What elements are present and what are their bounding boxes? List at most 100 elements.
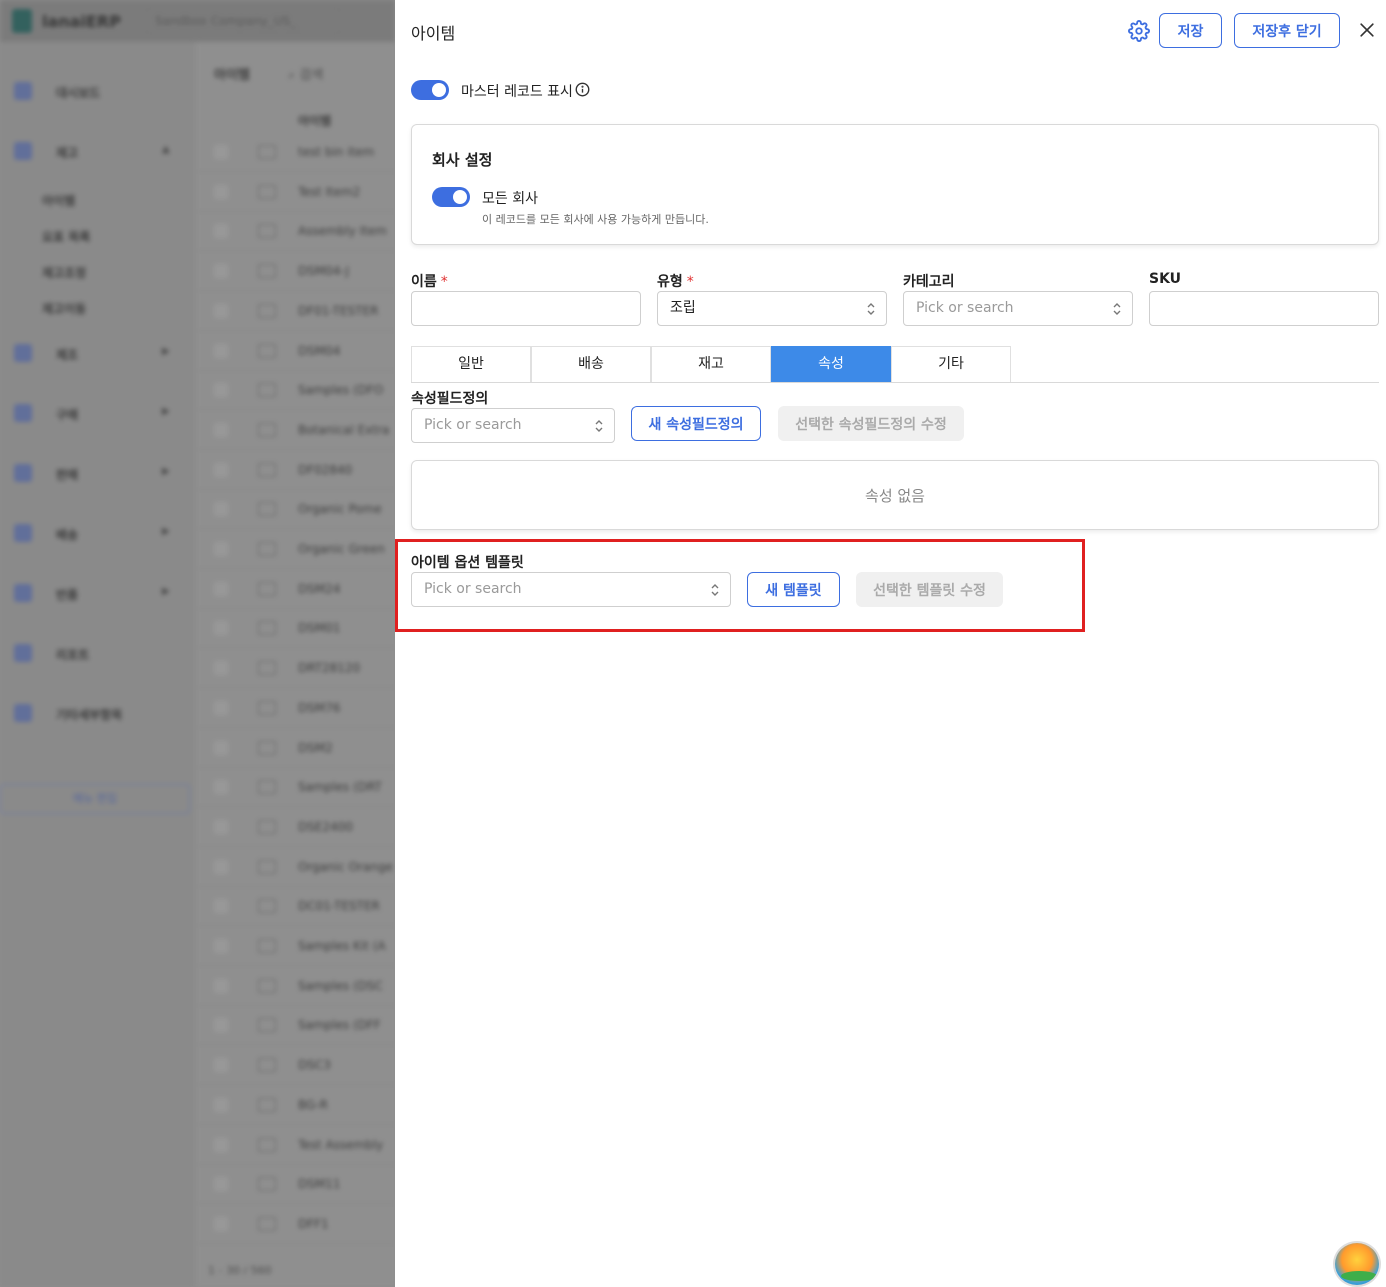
- item-thumbnail-icon: [258, 661, 276, 676]
- item-thumbnail-icon: [258, 621, 276, 636]
- table-row: DSM24: [196, 570, 395, 609]
- type-select[interactable]: 조립: [657, 291, 887, 326]
- item-thumbnail-icon: [258, 343, 276, 358]
- info-icon[interactable]: [575, 82, 590, 97]
- shipping-icon: [14, 524, 32, 542]
- background-item-list: 아이템 ⌕ 검색 아이템 test bin item Test Item2 Asse…: [196, 42, 395, 1287]
- table-row: DSM04-J: [196, 252, 395, 292]
- sidebar-item-purchase: 구매 ▶: [0, 394, 195, 434]
- row-checkbox: [214, 145, 228, 159]
- company-settings-title: 회사 설정: [432, 151, 493, 169]
- background-app: lanaiERP Sandbox Company_US_ 대시보드 재고 ▲ 아이…: [0, 0, 395, 1287]
- row-checkbox: [214, 899, 228, 914]
- table-row: Test Assembly: [196, 1126, 395, 1165]
- sidebar-edit-button: 메뉴 편집: [0, 784, 190, 814]
- attributes-empty-state: 속성 없음: [411, 460, 1379, 530]
- row-item-name: Organic Pome: [298, 502, 382, 517]
- row-item-name: DSM04: [298, 343, 341, 358]
- item-thumbnail-icon: [258, 899, 276, 914]
- brand-name: lanaiERP: [42, 12, 121, 31]
- row-checkbox: [214, 224, 228, 239]
- row-checkbox: [214, 184, 228, 199]
- item-thumbnail-icon: [258, 1018, 276, 1033]
- all-companies-toggle[interactable]: [432, 187, 470, 207]
- row-checkbox: [214, 1058, 228, 1073]
- category-select-placeholder: Pick or search: [916, 300, 1014, 316]
- item-thumbnail-icon: [258, 145, 276, 159]
- row-checkbox: [214, 1137, 228, 1152]
- chevron-right-icon: ▶: [162, 406, 170, 417]
- item-thumbnail-icon: [258, 740, 276, 755]
- type-select-value: 조립: [670, 300, 696, 316]
- edit-template-button[interactable]: 선택한 템플릿 수정: [856, 572, 1003, 607]
- row-item-name: DC01-TESTER: [298, 899, 380, 914]
- list-search: ⌕ 검색: [288, 68, 324, 83]
- attribute-definition-label: 속성필드정의: [411, 391, 489, 407]
- tab-inventory[interactable]: 재고: [651, 346, 771, 382]
- item-tabs: 일반 배송 재고 속성 기타: [411, 346, 1379, 383]
- row-item-name: DF02840: [298, 462, 353, 477]
- tab-attributes[interactable]: 속성: [771, 346, 891, 382]
- row-item-name: Organic Orange: [298, 859, 393, 874]
- edit-attribute-definition-button[interactable]: 선택한 속성필드정의 수정: [778, 406, 964, 441]
- manufacturing-icon: [14, 344, 32, 362]
- tab-general[interactable]: 일반: [411, 346, 531, 382]
- row-checkbox: [214, 661, 228, 676]
- row-item-name: DFF1: [298, 1216, 329, 1231]
- item-thumbnail-icon: [258, 224, 276, 239]
- new-template-button[interactable]: 새 템플릿: [747, 572, 840, 607]
- sidebar-sub-item: 재고조정: [42, 266, 87, 280]
- tab-shipping[interactable]: 배송: [531, 346, 651, 382]
- name-input[interactable]: [411, 291, 641, 326]
- row-checkbox: [214, 1018, 228, 1033]
- chevron-updown-icon: [595, 420, 603, 432]
- close-icon[interactable]: [1357, 20, 1377, 40]
- master-record-toggle[interactable]: [411, 80, 449, 100]
- item-thumbnail-icon: [258, 422, 276, 437]
- sidebar-sub-item: 아이템: [42, 194, 76, 208]
- list-column-header: 아이템: [298, 114, 332, 128]
- chevron-right-icon: ▶: [162, 586, 170, 597]
- row-checkbox: [214, 978, 228, 993]
- dashboard-icon: [14, 82, 32, 100]
- new-attribute-definition-button[interactable]: 새 속성필드정의: [631, 406, 761, 441]
- table-row: Organic Orange: [196, 848, 395, 887]
- item-thumbnail-icon: [258, 264, 276, 279]
- master-record-label: 마스터 레코드 표시: [461, 84, 573, 100]
- item-thumbnail-icon: [258, 780, 276, 795]
- user-avatar[interactable]: [1333, 1241, 1381, 1287]
- company-selector: Sandbox Company_US_: [146, 8, 340, 34]
- category-select[interactable]: Pick or search: [903, 291, 1133, 326]
- table-row: DSM11: [196, 1165, 395, 1205]
- sidebar-item-shipping: 배송 ▶: [0, 514, 195, 554]
- option-template-select[interactable]: Pick or search: [411, 572, 731, 607]
- tab-other[interactable]: 기타: [891, 346, 1011, 382]
- category-label: 카테고리: [903, 274, 955, 290]
- chevron-updown-icon: [867, 303, 875, 315]
- gear-icon[interactable]: [1128, 20, 1150, 42]
- row-item-name: Test Assembly: [298, 1137, 384, 1152]
- sidebar-sub-item: 요표 목록: [42, 230, 91, 244]
- row-item-name: DSM2: [298, 740, 333, 755]
- list-title: 아이템: [214, 68, 250, 83]
- row-item-name: DSM76: [298, 700, 341, 715]
- save-and-close-button[interactable]: 저장후 닫기: [1234, 13, 1340, 48]
- item-thumbnail-icon: [258, 383, 276, 398]
- sku-input[interactable]: [1149, 291, 1379, 326]
- row-item-name: test bin item: [298, 145, 375, 159]
- save-button[interactable]: 저장: [1159, 13, 1222, 48]
- attribute-definition-select[interactable]: Pick or search: [411, 408, 615, 443]
- item-thumbnail-icon: [258, 462, 276, 477]
- chevron-updown-icon: [711, 584, 719, 596]
- brand-logo-icon: [12, 9, 32, 33]
- item-thumbnail-icon: [258, 939, 276, 953]
- item-thumbnail-icon: [258, 819, 276, 834]
- sidebar-item-sales: 판매 ▶: [0, 454, 195, 494]
- table-row: Botanical Extra: [196, 411, 395, 450]
- row-checkbox: [214, 939, 228, 953]
- row-checkbox: [214, 581, 228, 596]
- table-row: Samples (DFF: [196, 1006, 395, 1046]
- row-item-name: BG-R: [298, 1097, 328, 1112]
- row-checkbox: [214, 502, 228, 517]
- row-item-name: DSM04-J: [298, 264, 350, 279]
